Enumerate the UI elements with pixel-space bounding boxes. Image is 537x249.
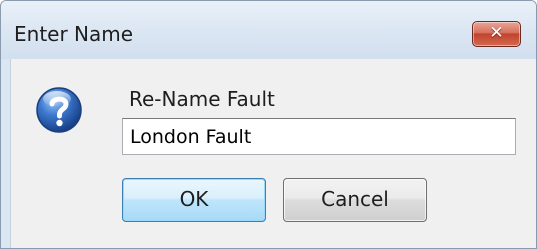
close-button[interactable]: ✕ — [472, 21, 521, 47]
close-icon: ✕ — [489, 23, 504, 43]
ok-button[interactable]: OK — [122, 178, 266, 222]
enter-name-dialog: Enter Name ✕ Re-Name Fault OK Cancel — [0, 0, 537, 249]
title-bar[interactable]: Enter Name ✕ — [1, 1, 536, 59]
question-icon — [36, 87, 82, 133]
window-title: Enter Name — [14, 22, 134, 46]
cancel-button[interactable]: Cancel — [283, 178, 427, 222]
rename-prompt-label: Re-Name Fault — [129, 87, 275, 111]
name-input[interactable] — [122, 118, 516, 155]
